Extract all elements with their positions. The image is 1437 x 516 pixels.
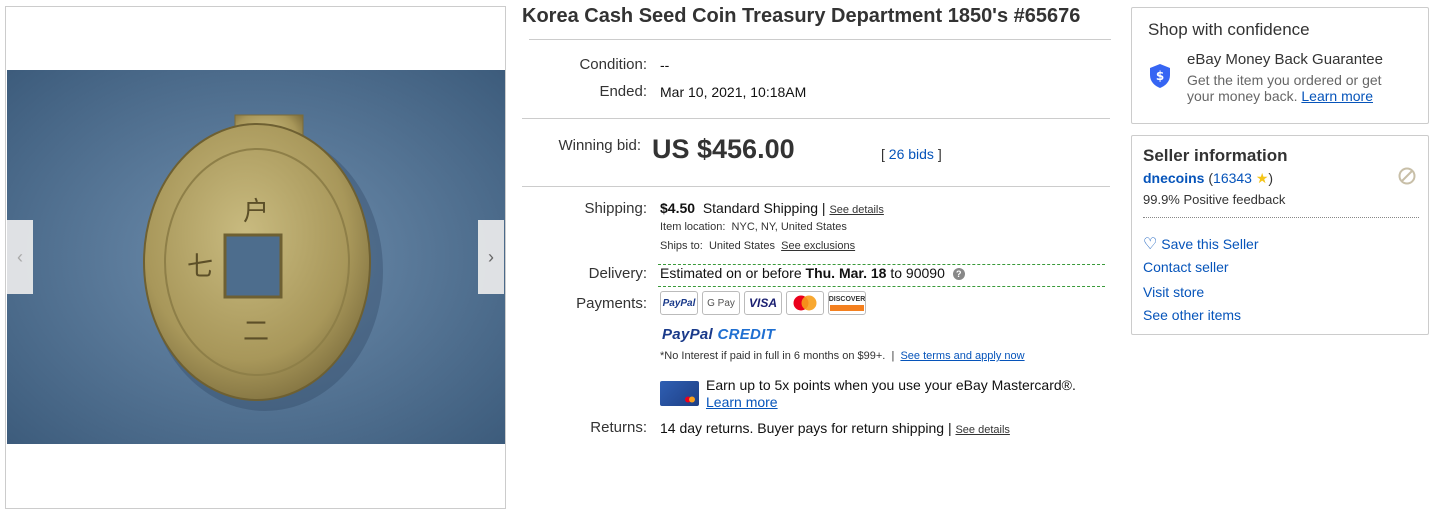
contact-seller-link[interactable]: Contact seller <box>1143 259 1229 275</box>
bid-history-link[interactable]: 26 bids <box>889 146 934 162</box>
seller-name-link[interactable]: dnecoins <box>1143 170 1204 186</box>
guarantee-title: eBay Money Back Guarantee <box>1187 51 1383 68</box>
shop-confidence-heading: Shop with confidence <box>1148 20 1310 39</box>
payments-label: Payments: <box>576 295 647 312</box>
delivery-to: to <box>890 265 903 281</box>
ended-label: Ended: <box>599 83 647 100</box>
separator: | <box>821 200 826 216</box>
next-image-button[interactable]: › <box>478 220 504 294</box>
mastercard-learn-more-link[interactable]: Learn more <box>706 394 778 410</box>
feedback-score-link[interactable]: 16343 <box>1213 170 1252 186</box>
divider <box>522 186 1110 187</box>
guarantee-learn-more-link[interactable]: Learn more <box>1301 88 1373 104</box>
item-photo[interactable]: 户 七 二 <box>7 70 505 444</box>
delivery-zip[interactable]: 90090 <box>906 265 945 281</box>
save-seller-button[interactable]: ♡ Save this Seller <box>1143 234 1259 254</box>
svg-text:户: 户 <box>243 197 269 227</box>
positive-feedback: 99.9% Positive feedback <box>1143 192 1286 207</box>
delivery-date: Thu. Mar. 18 <box>805 265 887 281</box>
see-terms-link[interactable]: See terms and apply now <box>900 350 1024 362</box>
divider <box>522 118 1110 119</box>
paypal-logo: PayPal <box>660 291 698 315</box>
ebay-mastercard-icon <box>660 381 699 406</box>
condition-label: Condition: <box>579 56 647 73</box>
returns-label: Returns: <box>590 419 647 436</box>
seller-heading: Seller information <box>1143 146 1288 165</box>
see-other-items-link[interactable]: See other items <box>1143 307 1241 323</box>
separator: | <box>947 420 952 436</box>
returns-policy: 14 day returns. Buyer pays for return sh… <box>660 420 1010 436</box>
svg-text:二: 二 <box>243 317 269 347</box>
mastercard-logo <box>786 291 824 315</box>
star-icon: ★ <box>1255 170 1269 186</box>
delivery-estimate: Estimated on or before Thu. Mar. 18 to 9… <box>660 265 965 281</box>
previous-image-button[interactable]: ‹ <box>7 220 33 294</box>
condition-value: -- <box>660 57 670 73</box>
paypal-credit-a: PayPal <box>662 326 714 343</box>
paypal-credit-note: *No Interest if paid in full in 6 months… <box>660 350 1025 362</box>
item-location-value: NYC, NY, United States <box>731 221 847 233</box>
heart-icon: ♡ <box>1143 236 1158 253</box>
discover-text: DISCOVER <box>828 295 866 303</box>
visa-logo: VISA <box>744 291 782 315</box>
svg-text:$: $ <box>1156 69 1164 83</box>
bid-count: [ 26 bids ] <box>881 146 942 162</box>
item-location-label: Item location: <box>660 221 726 233</box>
shipping-details-link[interactable]: See details <box>829 204 883 216</box>
ended-value: Mar 10, 2021, 10:18AM <box>660 84 807 100</box>
returns-text: 14 day returns. Buyer pays for return sh… <box>660 420 945 436</box>
seller-information-panel: Seller information dnecoins (16343 ★) 99… <box>1131 135 1429 335</box>
chevron-right-icon: › <box>488 246 494 267</box>
shipping-label: Shipping: <box>584 200 647 217</box>
ships-to-value: United States <box>708 240 775 252</box>
chevron-left-icon: ‹ <box>17 246 23 267</box>
save-seller-label[interactable]: Save this Seller <box>1161 236 1258 252</box>
winning-price: US $456.00 <box>652 134 795 164</box>
google-pay-logo: G Pay <box>702 291 740 315</box>
paypal-credit-b: CREDIT <box>717 326 776 343</box>
mastercard-promo: Earn up to 5x points when you use your e… <box>706 377 1076 393</box>
delivery-dash-bottom <box>658 286 1105 287</box>
paypal-credit-logo: PayPal CREDIT <box>662 326 775 343</box>
ships-to-label: Ships to: <box>660 240 703 252</box>
separator: | <box>891 350 895 362</box>
help-icon[interactable]: ? <box>952 268 965 280</box>
see-exclusions-link[interactable]: See exclusions <box>781 240 855 252</box>
ships-to: Ships to: United States See exclusions <box>660 240 855 252</box>
item-title: Korea Cash Seed Coin Treasury Department… <box>522 5 1081 27</box>
shield-dollar-icon: $ <box>1149 63 1171 94</box>
discover-logo: DISCOVER <box>828 291 866 315</box>
guarantee-text: Get the item you ordered or get your mon… <box>1187 72 1412 104</box>
item-location: Item location: NYC, NY, United States <box>660 221 847 233</box>
shipping-method: Standard Shipping <box>702 200 819 216</box>
bids-bracket-close: ] <box>937 146 942 162</box>
seller-identity: dnecoins (16343 ★) <box>1143 170 1274 186</box>
returns-details-link[interactable]: See details <box>955 424 1009 436</box>
divider <box>1143 217 1419 218</box>
delivery-prefix: Estimated on or before <box>660 265 802 281</box>
visit-store-link[interactable]: Visit store <box>1143 284 1204 300</box>
image-gallery: 户 七 二 ‹ › <box>5 6 506 509</box>
shop-with-confidence-panel: Shop with confidence $ eBay Money Back G… <box>1131 7 1429 124</box>
no-entry-icon <box>1398 167 1416 190</box>
credit-note-text: *No Interest if paid in full in 6 months… <box>660 350 886 362</box>
shipping-line: $4.50 Standard Shipping | See details <box>660 200 884 216</box>
bids-bracket-open: [ <box>881 146 885 162</box>
winning-bid-label: Winning bid: <box>558 137 641 154</box>
svg-text:七: 七 <box>187 252 213 282</box>
divider <box>529 39 1111 40</box>
shipping-cost: $4.50 <box>660 200 696 216</box>
delivery-label: Delivery: <box>588 265 647 282</box>
